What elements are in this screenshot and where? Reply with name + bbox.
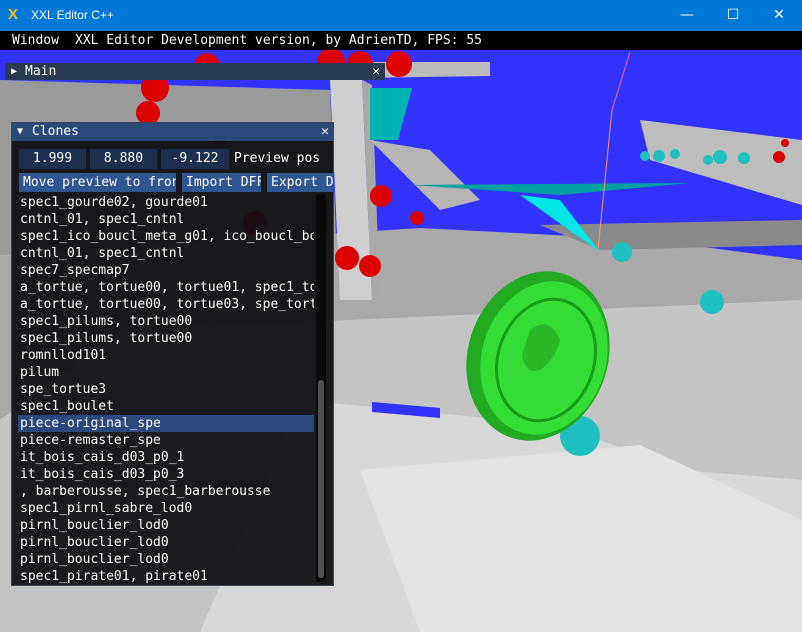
clones-header[interactable]: ▼ Clones ✕ (12, 123, 333, 141)
close-button[interactable]: ✕ (756, 0, 802, 31)
title-bar: X XXL Editor C++ — ☐ ✕ (0, 0, 802, 31)
minimize-button[interactable]: — (664, 0, 710, 31)
list-item[interactable]: pilum (18, 364, 314, 381)
preview-pos-y[interactable]: 8.880 (90, 149, 157, 169)
list-item[interactable]: pirnl_bouclier_lod0 (18, 517, 314, 534)
list-item[interactable]: cntnl_01, spec1_cntnl (18, 211, 314, 228)
expand-arrow-icon[interactable]: ▶ (11, 63, 17, 80)
export-dff-button[interactable]: Export DFF (267, 173, 333, 192)
app-icon: X (8, 6, 19, 23)
import-dff-button[interactable]: Import DFF (182, 173, 261, 192)
collapse-arrow-icon[interactable]: ▼ (17, 123, 23, 141)
list-item[interactable]: spec1_pirate01, pirate01 (18, 568, 314, 584)
scrollbar-thumb[interactable] (318, 380, 324, 578)
clones-window: ▼ Clones ✕ 1.999 8.880 -9.122 Preview po… (11, 122, 334, 586)
list-item[interactable]: a_tortue, tortue00, tortue03, spe_tortue… (18, 296, 314, 313)
maximize-button[interactable]: ☐ (710, 0, 756, 31)
clones-close-icon[interactable]: ✕ (321, 123, 329, 141)
menu-bar: Window XXL Editor Development version, b… (0, 31, 802, 50)
preview-pos-z[interactable]: -9.122 (161, 149, 229, 169)
list-item[interactable]: spec1_pilums, tortue00 (18, 313, 314, 330)
main-window[interactable]: ▶ Main ✕ (5, 63, 385, 80)
preview-pos-x[interactable]: 1.999 (19, 149, 86, 169)
status-text: XXL Editor Development version, by Adrie… (75, 33, 482, 48)
list-item[interactable]: spec1_boulet (18, 398, 314, 415)
list-item[interactable]: spe_tortue3 (18, 381, 314, 398)
main-window-title: Main (25, 64, 57, 79)
list-item[interactable]: it_bois_cais_d03_p0_1 (18, 449, 314, 466)
list-item[interactable]: spec1_ico_boucl_meta_g01, ico_boucl_bois… (18, 228, 314, 245)
menu-window[interactable]: Window (12, 31, 59, 50)
clones-title: Clones (32, 124, 79, 139)
main-close-icon[interactable]: ✕ (372, 63, 380, 80)
list-item[interactable]: spec1_pirnl_sabre_lod0 (18, 500, 314, 517)
preview-pos-label: Preview pos (234, 151, 321, 166)
list-item[interactable]: spec7_specmap7 (18, 262, 314, 279)
clones-list: spec1_gourde02, gourde01 cntnl_01, spec1… (18, 194, 314, 584)
list-item[interactable]: it_bois_cais_d03_p0_3 (18, 466, 314, 483)
list-item[interactable]: romnllod101 (18, 347, 314, 364)
list-item[interactable]: pirnl_bouclier_lod0 (18, 534, 314, 551)
list-item[interactable]: cntnl_01, spec1_cntnl (18, 245, 314, 262)
list-item[interactable]: pirnl_bouclier_lod0 (18, 551, 314, 568)
window-title: XXL Editor C++ (31, 8, 114, 22)
list-item[interactable]: a_tortue, tortue00, tortue01, spec1_tort… (18, 279, 314, 296)
list-item[interactable]: piece-remaster_spe (18, 432, 314, 449)
list-item[interactable]: spec1_gourde02, gourde01 (18, 194, 314, 211)
move-preview-button[interactable]: Move preview to front (19, 173, 176, 192)
list-item-selected[interactable]: piece-original_spe (18, 415, 314, 432)
list-item[interactable]: , barberousse, spec1_barberousse (18, 483, 314, 500)
list-item[interactable]: spec1_pilums, tortue00 (18, 330, 314, 347)
